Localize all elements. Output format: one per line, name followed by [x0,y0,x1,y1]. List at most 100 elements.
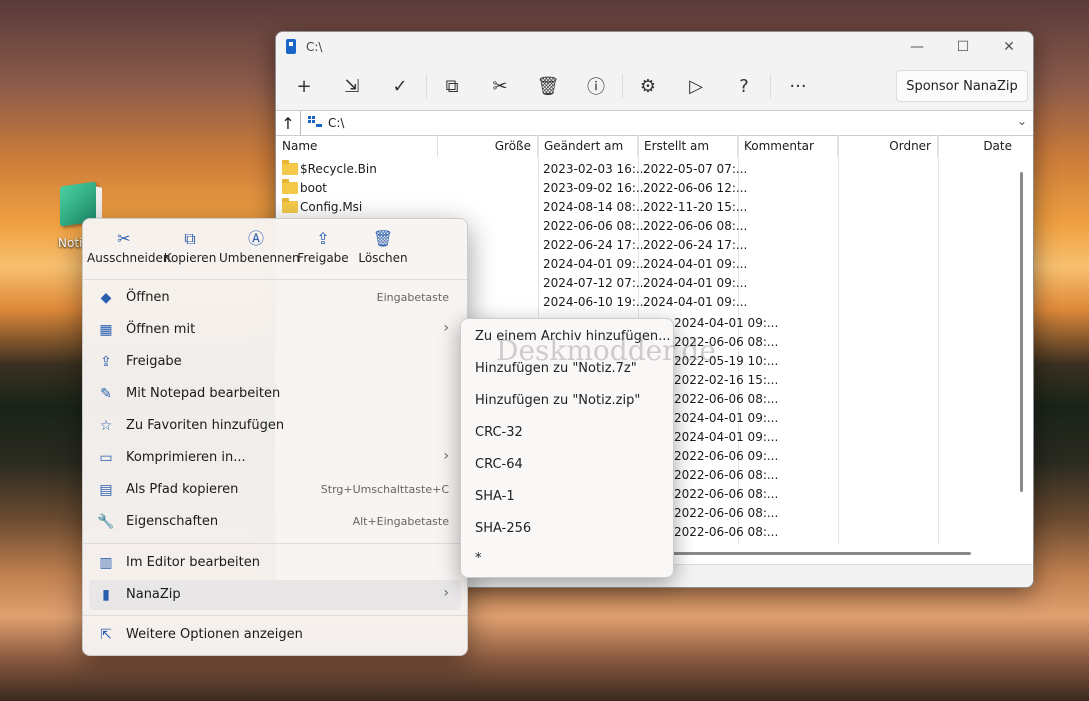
menu-item-label: Weitere Optionen anzeigen [126,627,303,642]
menu-item-properties[interactable]: 🔧 Eigenschaften Alt+Eingabetaste [89,507,461,537]
modified-date: 2022-06-06 08:... [543,219,648,233]
menu-item-open-with[interactable]: ▦ Öffnen mit › [89,315,461,345]
menu-item-edit-notepad[interactable]: ✎ Mit Notepad bearbeiten [89,379,461,409]
column-header-modified[interactable]: Geändert am [538,135,638,157]
address-path[interactable]: C:\ [328,116,344,130]
column-header-comment[interactable]: Kommentar [738,135,838,157]
horizontal-scrollbar[interactable] [671,552,971,555]
chevron-right-icon: › [443,585,449,601]
cut-label: Ausschneiden [87,251,171,265]
extract-icon[interactable]: ⇲ [332,70,372,102]
submenu-item-sha256[interactable]: SHA-256 [475,521,531,536]
submenu-item-all[interactable]: * [475,551,482,566]
trash-icon: 🗑 [372,229,394,248]
created-date: 2024-04-01 09:... [643,276,748,290]
run-play-icon[interactable]: ▷ [676,70,716,102]
folder-icon [282,198,298,213]
close-button[interactable]: ✕ [986,32,1032,62]
delete-button[interactable]: 🗑 Löschen [346,227,420,277]
column-header-name[interactable]: Name [276,135,438,157]
modified-date: 2023-02-03 16:... [543,162,648,176]
modified-date: 2024-04-01 09:... [543,257,648,271]
created-date: 2022-06-06 08:... [643,219,748,233]
rename-icon: Ⓐ [247,229,264,248]
created-date: 2022-06-06 08:... [674,392,779,406]
column-header-size[interactable]: Größe [438,135,538,157]
created-date: 2022-06-06 08:... [674,506,779,520]
menu-item-label: Mit Notepad bearbeiten [126,386,281,401]
editor-icon: ▥ [99,555,113,571]
open-with-icon: ▦ [99,322,113,338]
window-title: C:\ [306,40,323,54]
submenu-item-add-zip[interactable]: Hinzufügen zu "Notiz.zip" [475,393,640,408]
created-date: 2024-04-01 09:... [674,411,779,425]
modified-date: 2024-08-14 08:... [543,200,648,214]
test-check-icon[interactable]: ✓ [380,70,420,102]
desktop-icon-label: Noti [58,236,83,250]
title-bar: C:\ — ☐ ✕ [276,32,1033,62]
menu-item-add-favorites[interactable]: ☆ Zu Favoriten hinzufügen [89,411,461,441]
settings-gear-icon[interactable]: ⚙ [628,70,668,102]
info-icon[interactable]: ⓘ [576,70,616,102]
created-date: 2022-06-24 17:... [643,238,748,252]
delete-label: Löschen [358,251,408,265]
modified-date: 2024-07-12 07:... [543,276,648,290]
submenu-item-crc32[interactable]: CRC-32 [475,425,523,440]
delete-icon[interactable]: 🗑 [528,70,568,102]
move-scissors-icon[interactable]: ✂ [480,70,520,102]
path-icon: ▤ [99,482,113,498]
sponsor-button[interactable]: Sponsor NanaZip [896,70,1028,102]
star-icon: ☆ [99,418,113,434]
menu-separator [83,279,467,280]
created-date: 2022-11-20 15:... [643,200,748,214]
maximize-button[interactable]: ☐ [940,32,986,62]
menu-item-open[interactable]: ◆ Öffnen Eingabetaste [89,283,461,313]
help-icon[interactable]: ? [724,70,764,102]
copy-button[interactable]: ⧉ Kopieren [153,227,227,277]
menu-item-edit-editor[interactable]: ▥ Im Editor bearbeiten [89,548,461,578]
menu-item-copy-path[interactable]: ▤ Als Pfad kopieren Strg+Umschalttaste+C [89,475,461,505]
created-date: 2022-06-06 08:... [674,487,779,501]
menu-item-shortcut: Alt+Eingabetaste [352,515,449,528]
archive-icon: ▭ [99,450,113,466]
submenu-item-crc64[interactable]: CRC-64 [475,457,523,472]
created-date: 2024-04-01 09:... [674,430,779,444]
wrench-icon: 🔧 [97,514,115,530]
menu-item-label: Öffnen mit [126,322,196,337]
menu-item-nanazip[interactable]: ▮ NanaZip › [89,580,461,610]
menu-item-compress[interactable]: ▭ Komprimieren in... › [89,443,461,473]
copy-label: Kopieren [163,251,217,265]
folder-icon [282,179,298,194]
toolbar: + ⇲ ✓ ⧉ ✂ 🗑 ⓘ ⚙ ▷ ? ··· Sponsor NanaZip [276,62,1033,110]
menu-item-share[interactable]: ⇪ Freigabe [89,347,461,377]
nanazip-app-icon [286,39,296,54]
created-date: 2024-04-01 09:... [674,316,779,330]
created-date: 2024-04-01 09:... [643,295,748,309]
column-header-created[interactable]: Erstellt am [638,135,738,157]
scissors-icon: ✂ [117,229,131,248]
column-header-folders[interactable]: Ordner [838,135,938,157]
toolbar-separator [770,74,771,98]
folder-icon [282,160,298,175]
menu-item-label: Im Editor bearbeiten [126,555,260,570]
table-row[interactable]: $Recycle.Bin 2023-02-03 16:... 2022-05-0… [280,159,1020,178]
column-header-files[interactable]: Date [938,135,1018,157]
chevron-down-icon[interactable]: ⌄ [1017,114,1027,128]
minimize-button[interactable]: — [894,32,940,62]
cut-button[interactable]: ✂ Ausschneiden [87,227,171,277]
menu-item-shortcut: Strg+Umschalttaste+C [320,483,449,496]
pin-icon: ✎ [100,386,112,402]
table-row[interactable]: boot 2023-09-02 16:... 2022-06-06 12:... [280,178,1020,197]
up-arrow-icon[interactable]: ↑ [276,111,301,135]
copy-icon[interactable]: ⧉ [432,70,472,102]
more-options-icon[interactable]: ··· [778,70,818,102]
menu-item-more-options[interactable]: ⇱ Weitere Optionen anzeigen [89,620,461,650]
file-name: $Recycle.Bin [300,162,377,176]
add-icon[interactable]: + [284,70,324,102]
menu-item-label: Komprimieren in... [126,450,246,465]
vertical-scrollbar[interactable] [1020,172,1023,492]
created-date: 2022-06-06 09:... [674,449,779,463]
rename-button[interactable]: Ⓐ Umbenennen [219,227,300,277]
submenu-item-sha1[interactable]: SHA-1 [475,489,515,504]
table-row[interactable]: Config.Msi 2024-08-14 08:... 2022-11-20 … [280,197,1020,216]
